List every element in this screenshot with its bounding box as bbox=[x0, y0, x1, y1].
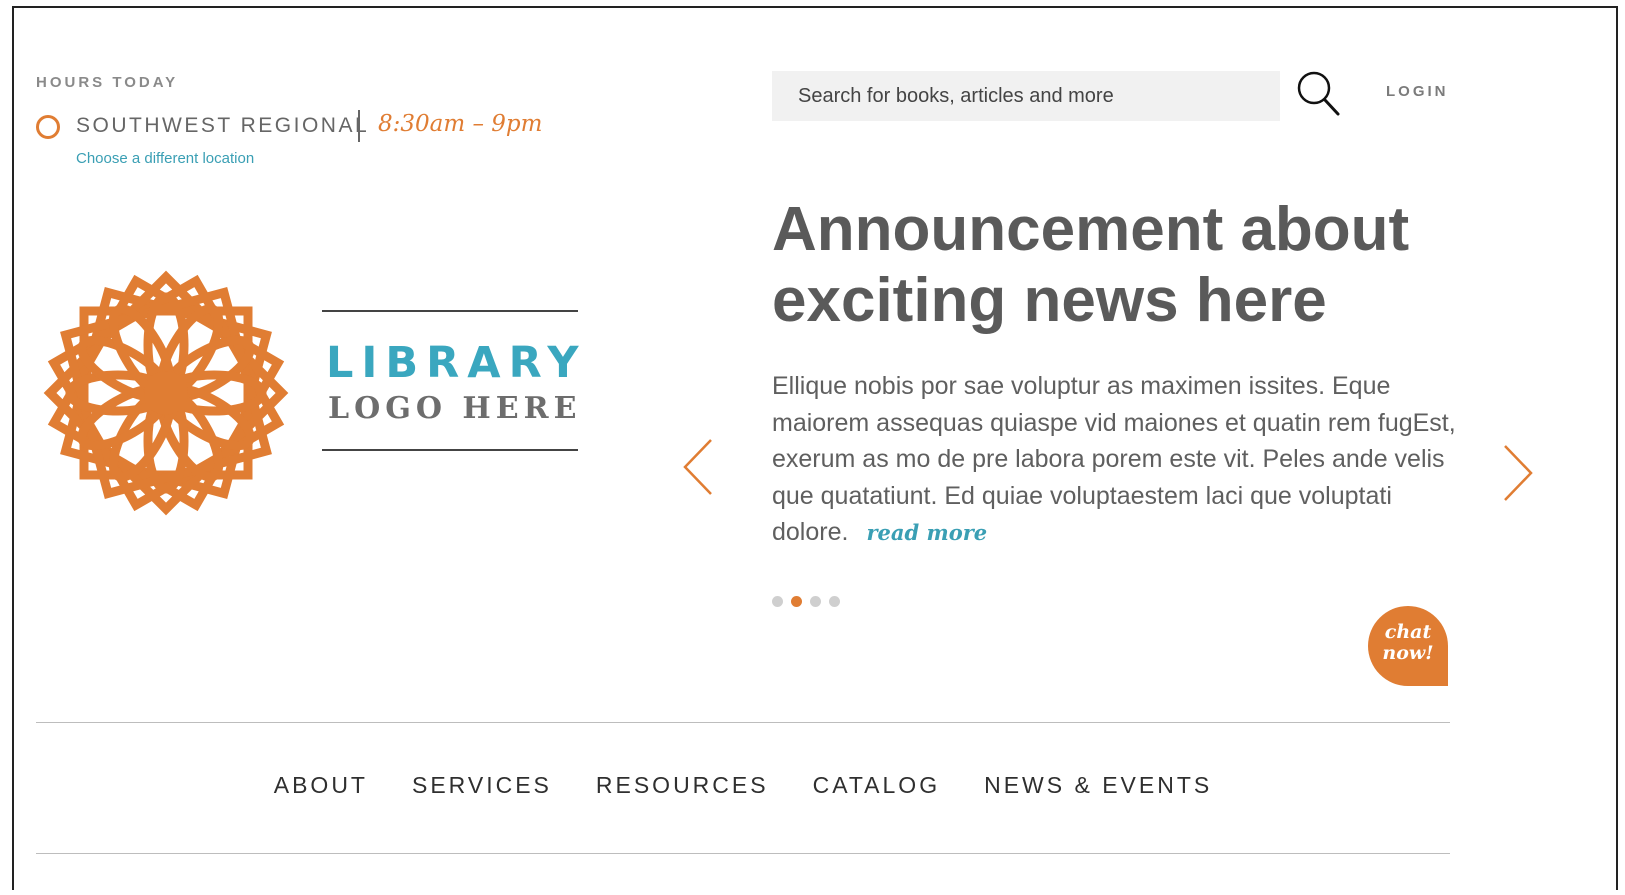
location-circle-icon bbox=[36, 115, 60, 139]
nav-item-services[interactable]: SERVICES bbox=[412, 772, 552, 799]
carousel-dot-3[interactable] bbox=[810, 596, 821, 607]
location-divider bbox=[358, 110, 360, 142]
search-icon[interactable] bbox=[1296, 70, 1342, 118]
main-nav: ABOUT SERVICES RESOURCES CATALOG NEWS & … bbox=[36, 772, 1450, 799]
location-name: SOUTHWEST REGIONAL bbox=[76, 114, 370, 137]
page-frame: HOURS TODAY SOUTHWEST REGIONAL 8:30am – … bbox=[12, 6, 1618, 890]
search-input[interactable] bbox=[772, 71, 1280, 121]
carousel-dots bbox=[772, 596, 840, 607]
chat-label-line2: now! bbox=[1382, 642, 1434, 664]
carousel-dot-1[interactable] bbox=[772, 596, 783, 607]
nav-rule-top bbox=[36, 722, 1450, 723]
nav-item-resources[interactable]: RESOURCES bbox=[596, 772, 769, 799]
carousel-next-arrow-icon[interactable] bbox=[1502, 444, 1534, 502]
logo-rule-bottom bbox=[322, 449, 578, 451]
logo-text-logo-here: LOGO HERE bbox=[328, 391, 582, 426]
carousel-prev-arrow-icon[interactable] bbox=[682, 438, 714, 496]
announcement-title: Announcement about exciting news here bbox=[772, 195, 1410, 335]
logo-rule-top bbox=[322, 310, 578, 312]
carousel-dot-2[interactable] bbox=[791, 596, 802, 607]
logo-text-library: LIBRARY bbox=[326, 338, 587, 388]
login-link[interactable]: LOGIN bbox=[1386, 83, 1449, 100]
chat-now-button[interactable]: chat now! bbox=[1368, 606, 1448, 686]
nav-item-news-events[interactable]: NEWS & EVENTS bbox=[984, 772, 1212, 799]
chat-label-line1: chat bbox=[1384, 621, 1432, 643]
carousel-dot-4[interactable] bbox=[829, 596, 840, 607]
announcement-body: Ellique nobis por sae voluptur as maxime… bbox=[772, 368, 1462, 552]
hours-today-label: HOURS TODAY bbox=[36, 74, 179, 91]
library-logo-mark-icon bbox=[43, 270, 289, 516]
nav-item-about[interactable]: ABOUT bbox=[274, 772, 368, 799]
nav-rule-bottom bbox=[36, 853, 1450, 854]
nav-item-catalog[interactable]: CATALOG bbox=[813, 772, 941, 799]
choose-location-link[interactable]: Choose a different location bbox=[76, 150, 254, 167]
read-more-link[interactable]: read more bbox=[866, 520, 987, 545]
location-hours: 8:30am – 9pm bbox=[378, 111, 543, 137]
